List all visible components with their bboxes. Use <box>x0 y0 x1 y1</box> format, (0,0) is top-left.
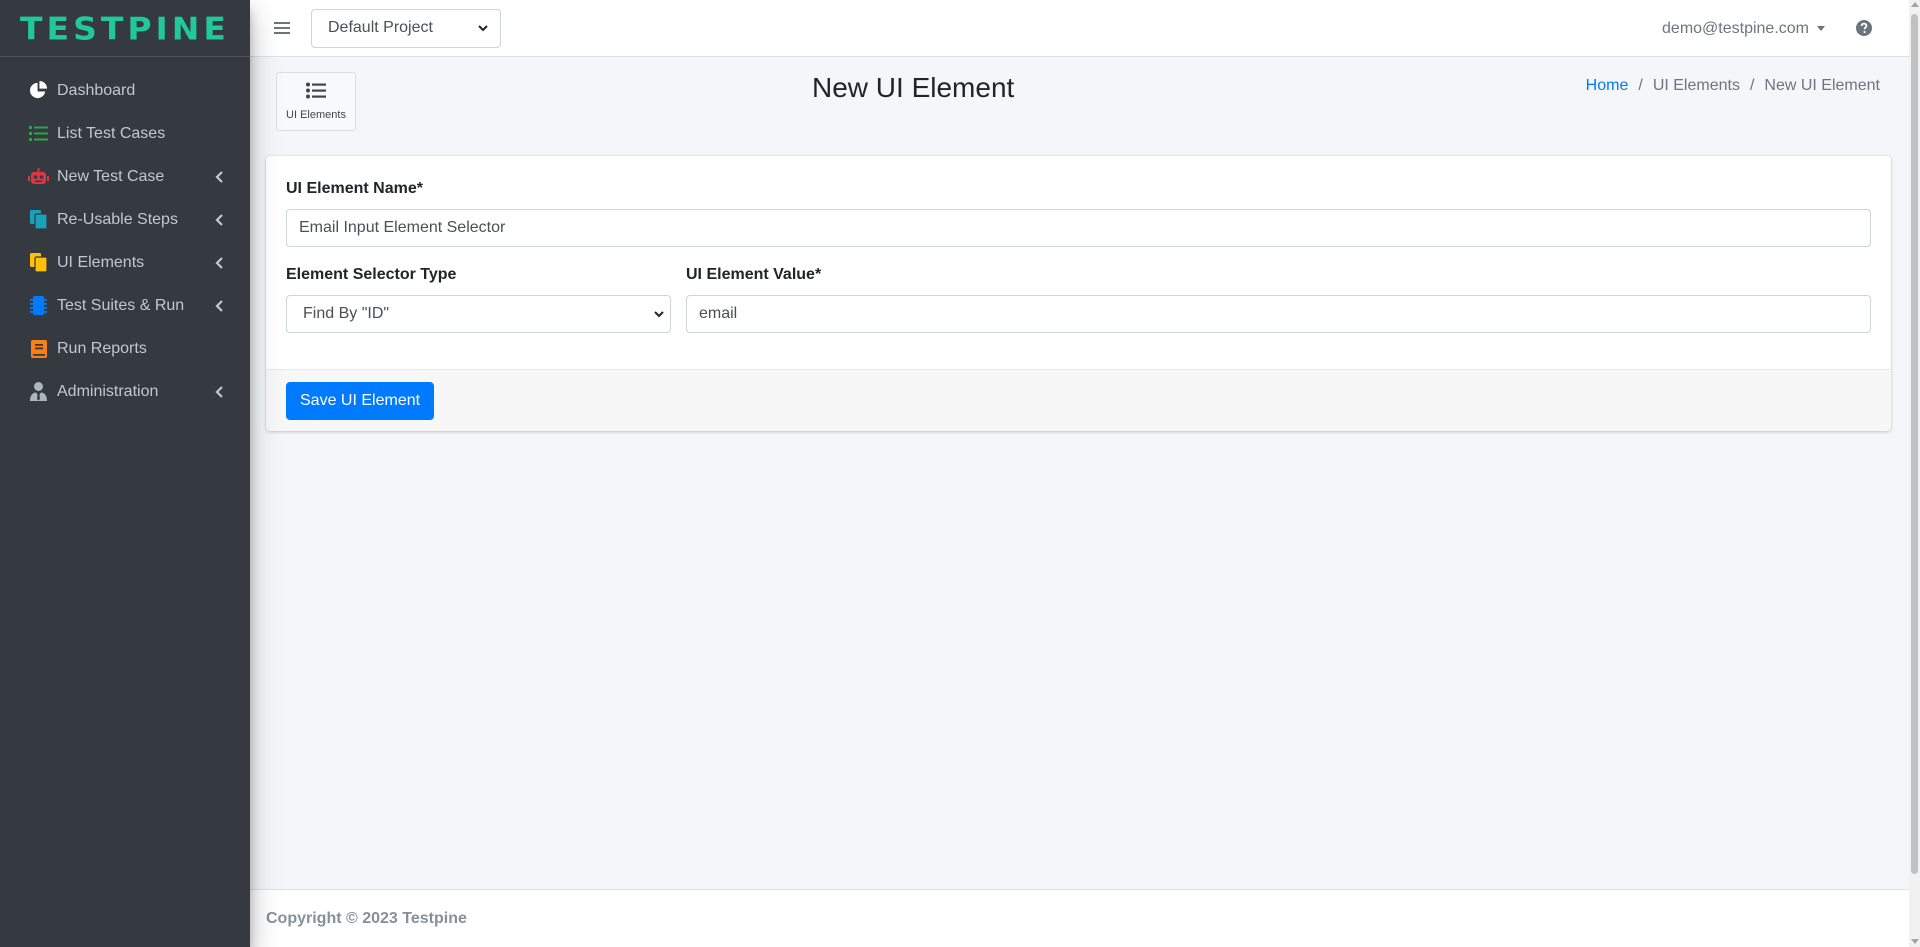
sidebar: TESTPINE Dashboard List Test Cases New T… <box>0 0 250 947</box>
brand-name: TESTPINE <box>20 9 230 47</box>
sidebar-item-label: Administration <box>57 382 159 400</box>
chevron-left-icon <box>212 213 226 227</box>
sidebar-item-label: Run Reports <box>57 339 147 357</box>
sidebar-item-label: List Test Cases <box>57 124 166 142</box>
caret-down-icon <box>1817 26 1825 31</box>
scrollbar-thumb[interactable] <box>1911 14 1918 874</box>
ui-element-name-value: Email Input Element Selector <box>299 219 506 236</box>
sidebar-item-list-test-cases[interactable]: List Test Cases <box>0 112 250 155</box>
list-icon <box>306 82 326 104</box>
question-circle-icon[interactable] <box>1855 19 1873 37</box>
scroll-down-arrow-icon[interactable] <box>1911 939 1919 944</box>
top-navbar: Default Project demo@testpine.com <box>250 0 1909 57</box>
robot-icon <box>28 166 49 187</box>
sidebar-item-reusable-steps[interactable]: Re-Usable Steps <box>0 198 250 241</box>
ui-element-form-card: UI Element Name* Email Input Element Sel… <box>266 156 1891 431</box>
sidebar-item-ui-elements[interactable]: UI Elements <box>0 241 250 284</box>
scroll-up-arrow-icon[interactable] <box>1911 2 1919 7</box>
sidebar-item-label: New Test Case <box>57 167 165 185</box>
ui-element-value-label: UI Element Value* <box>686 266 822 283</box>
breadcrumb: Home / UI Elements / New UI Element <box>1586 77 1880 95</box>
sidebar-item-label: Dashboard <box>57 81 136 99</box>
copy-icon <box>28 252 49 273</box>
chevron-left-icon <box>212 385 226 399</box>
chevron-left-icon <box>212 256 226 270</box>
save-ui-element-button[interactable]: Save UI Element <box>286 382 435 420</box>
sidebar-nav: Dashboard List Test Cases New Test Case … <box>0 57 250 413</box>
breadcrumb-home-link[interactable]: Home <box>1586 77 1629 95</box>
pie-chart-icon <box>28 80 49 101</box>
copy-icon <box>28 209 49 230</box>
ui-elements-shortcut-button[interactable]: UI Elements <box>276 72 356 131</box>
shortcut-label: UI Elements <box>286 109 346 121</box>
element-selector-type-label: Element Selector Type <box>286 266 457 283</box>
hamburger-menu-icon[interactable] <box>270 16 294 40</box>
sidebar-item-new-test-case[interactable]: New Test Case <box>0 155 250 198</box>
element-selector-type-value: Find By "ID" <box>303 305 390 322</box>
sidebar-item-label: Test Suites & Run <box>57 296 185 314</box>
user-menu[interactable]: demo@testpine.com <box>1662 0 1825 57</box>
chevron-left-icon <box>212 170 226 184</box>
chevron-down-icon <box>478 19 488 37</box>
ui-element-name-input[interactable]: Email Input Element Selector <box>286 209 1871 247</box>
sidebar-item-run-reports[interactable]: Run Reports <box>0 327 250 370</box>
breadcrumb-separator: / <box>1638 77 1643 94</box>
list-icon <box>28 123 49 144</box>
project-select[interactable]: Default Project <box>311 8 501 48</box>
chevron-left-icon <box>212 299 226 313</box>
copyright-text: Copyright © 2023 Testpine <box>266 909 467 927</box>
sidebar-item-administration[interactable]: Administration <box>0 370 250 413</box>
page-title: New UI Element <box>812 72 1015 103</box>
sidebar-item-test-suites-run[interactable]: Test Suites & Run <box>0 284 250 327</box>
ui-element-value-input[interactable]: email <box>686 295 1871 333</box>
user-email: demo@testpine.com <box>1662 19 1809 37</box>
element-selector-type-select[interactable]: Find By "ID" <box>286 295 671 333</box>
ui-element-name-label: UI Element Name* <box>286 180 423 197</box>
main-content: UI Elements New UI Element Home / UI Ele… <box>250 57 1909 889</box>
ui-element-value-value: email <box>699 305 738 322</box>
breadcrumb-section: UI Elements <box>1652 77 1740 94</box>
breadcrumb-separator: / <box>1749 77 1755 94</box>
project-select-value: Default Project <box>328 19 433 36</box>
microchip-icon <box>28 295 49 316</box>
sidebar-item-label: UI Elements <box>57 253 145 271</box>
sidebar-item-dashboard[interactable]: Dashboard <box>0 69 250 112</box>
user-tie-icon <box>28 381 49 402</box>
page-footer: Copyright © 2023 Testpine <box>250 889 1909 947</box>
vertical-scrollbar[interactable] <box>1909 0 1920 947</box>
sidebar-item-label: Re-Usable Steps <box>57 210 178 228</box>
card-footer: Save UI Element <box>266 369 1891 431</box>
brand-logo[interactable]: TESTPINE <box>0 0 250 57</box>
breadcrumb-current: New UI Element <box>1764 77 1880 94</box>
chevron-down-icon <box>654 305 664 323</box>
book-icon <box>28 338 49 359</box>
